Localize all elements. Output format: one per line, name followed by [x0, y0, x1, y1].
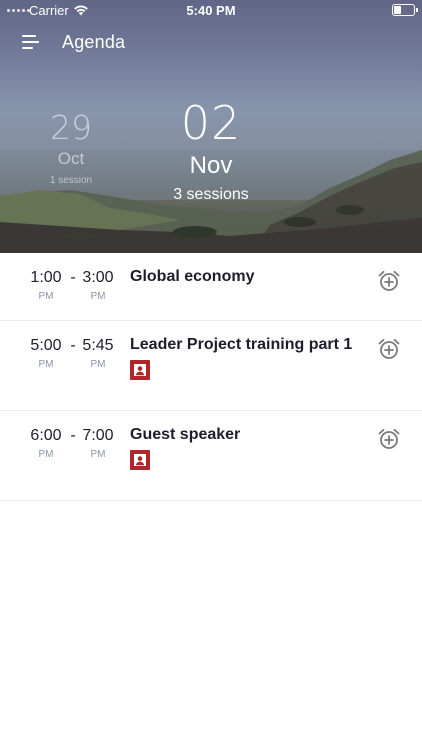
date-session-count: 1 session — [49, 175, 93, 186]
status-time: 5:40 PM — [186, 3, 236, 18]
end-time: 5:45 — [82, 337, 114, 354]
end-time: 7:00 — [82, 427, 114, 444]
date-option-selected[interactable]: 02 Nov 3 sessions — [140, 98, 282, 204]
start-ampm: PM — [38, 359, 54, 370]
start-ampm: PM — [38, 291, 54, 302]
alarm-add-icon[interactable] — [377, 269, 401, 293]
agenda-header: Carrier 5:40 PM Agenda 29 Oct 1 session … — [0, 0, 422, 253]
start-time: 6:00 — [30, 427, 62, 444]
time-separator: - — [70, 337, 76, 354]
date-month: Nov — [189, 152, 233, 179]
date-session-count: 3 sessions — [173, 186, 249, 203]
session-title: Global economy — [130, 268, 255, 285]
date-option-previous[interactable]: 29 Oct 1 session — [36, 108, 106, 187]
alarm-add-icon[interactable] — [377, 337, 401, 361]
time-separator: - — [70, 427, 76, 444]
session-title: Leader Project training part 1 — [130, 336, 353, 353]
start-time: 1:00 — [30, 269, 62, 286]
end-time: 3:00 — [82, 269, 114, 286]
person-icon[interactable] — [130, 360, 150, 380]
date-day: 29 — [50, 108, 92, 147]
session-row[interactable]: 1:00 - 3:00 PM PM Global economy — [0, 253, 422, 321]
date-day: 02 — [180, 96, 242, 150]
session-row[interactable]: 6:00 - 7:00 PM PM Guest speaker — [0, 411, 422, 501]
person-icon[interactable] — [130, 450, 150, 470]
end-ampm: PM — [90, 359, 106, 370]
alarm-add-icon[interactable] — [377, 427, 401, 451]
date-month: Oct — [57, 149, 85, 168]
end-ampm: PM — [90, 291, 106, 302]
session-title: Guest speaker — [130, 426, 241, 443]
session-row[interactable]: 5:00 - 5:45 PM PM Leader Project trainin… — [0, 321, 422, 411]
menu-icon[interactable] — [22, 34, 42, 50]
start-ampm: PM — [38, 449, 54, 460]
status-bar: Carrier 5:40 PM — [0, 0, 422, 22]
time-separator: - — [70, 269, 76, 286]
battery-icon — [392, 4, 418, 16]
battery-level — [394, 6, 401, 14]
start-time: 5:00 — [30, 337, 62, 354]
page-title: Agenda — [62, 32, 126, 52]
end-ampm: PM — [90, 449, 106, 460]
